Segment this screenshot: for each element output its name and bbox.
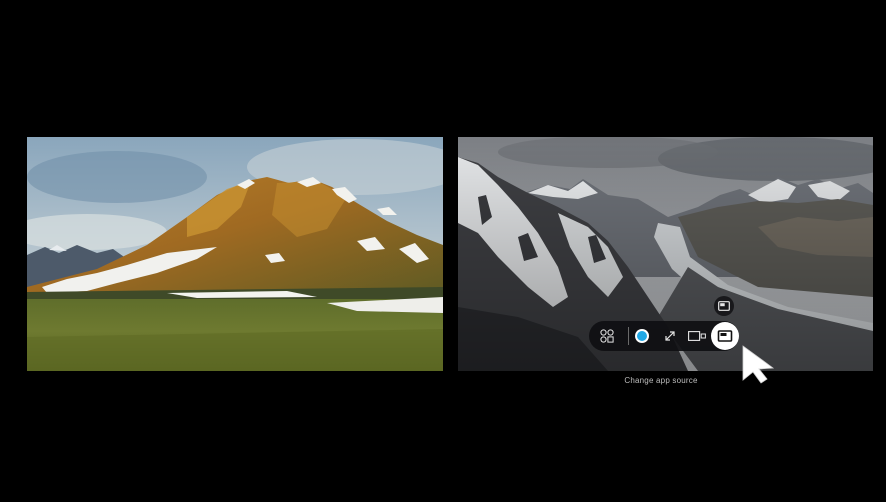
- split-screen-button[interactable]: [686, 321, 708, 351]
- split-screen-icon: [688, 331, 706, 341]
- picture-in-picture-icon: [718, 301, 730, 311]
- toolbar-caption: Change app source: [624, 376, 698, 385]
- focus-button[interactable]: [632, 321, 652, 351]
- left-video-panel[interactable]: [27, 137, 443, 371]
- expand-button[interactable]: [660, 321, 680, 351]
- expand-icon: [665, 331, 675, 341]
- pointer-cursor-icon: [741, 344, 777, 389]
- change-app-source-icon: [711, 322, 739, 350]
- app-grid-icon: [600, 329, 614, 343]
- mountain-landscape-image: [27, 137, 443, 371]
- change-app-source-button[interactable]: [710, 321, 740, 351]
- toolbar-separator: [628, 327, 629, 345]
- focus-circle-icon: [635, 329, 649, 343]
- app-grid-button[interactable]: [597, 321, 617, 351]
- picture-in-picture-button[interactable]: [714, 296, 734, 316]
